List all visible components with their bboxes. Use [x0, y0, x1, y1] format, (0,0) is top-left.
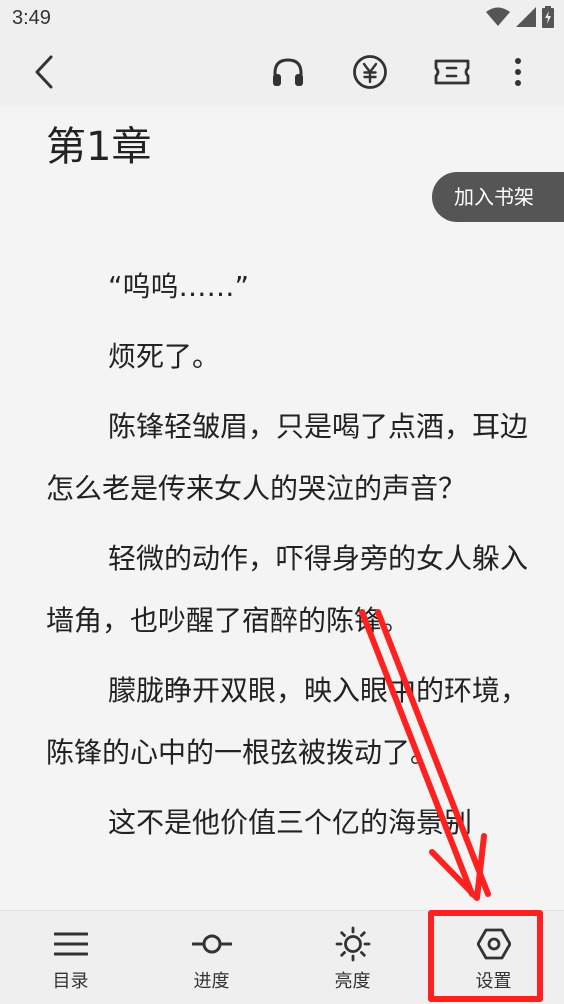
paragraph: 这不是他价值三个亿的海景别 — [108, 806, 473, 839]
yuan-icon — [353, 55, 387, 89]
progress-icon — [191, 927, 232, 961]
wifi-icon — [486, 7, 510, 31]
nav-contents[interactable]: 目录 — [0, 911, 141, 1004]
listen-button[interactable] — [268, 52, 308, 92]
ticket-button[interactable] — [432, 52, 472, 92]
back-button[interactable] — [24, 52, 64, 92]
menu-icon — [51, 927, 91, 961]
nav-brightness[interactable]: 亮度 — [282, 911, 423, 1004]
reward-button[interactable] — [350, 52, 390, 92]
reader-toolbar — [0, 38, 564, 106]
paragraph: 轻微的动作，吓得身旁的女人躲入墙角，也吵醒了宿醉的陈锋。 — [46, 542, 529, 637]
nav-label: 亮度 — [334, 971, 371, 992]
brightness-icon — [333, 926, 373, 962]
more-icon — [515, 58, 521, 86]
signal-icon — [516, 7, 536, 31]
headphones-icon — [273, 58, 303, 86]
more-button[interactable] — [498, 52, 538, 92]
add-to-shelf-button[interactable]: 加入书架 — [432, 172, 564, 222]
status-time: 3:49 — [12, 7, 51, 29]
bottom-nav: 目录 进度 亮度 设置 — [0, 910, 564, 1004]
status-bar: 3:49 — [0, 0, 564, 38]
paragraph: 陈锋轻皱眉，只是喝了点酒，耳边怎么老是传来女人的哭泣的声音？ — [46, 410, 529, 505]
nav-label: 目录 — [52, 971, 89, 992]
paragraph: “呜呜……” — [108, 270, 250, 303]
chapter-title: 第1章 — [46, 124, 152, 170]
status-icons — [486, 6, 554, 32]
settings-icon — [474, 927, 514, 961]
chapter-text: “呜呜……” 烦死了。 陈锋轻皱眉，只是喝了点酒，耳边怎么老是传来女人的哭泣的声… — [46, 256, 536, 862]
back-icon — [35, 55, 53, 89]
reading-content[interactable]: 第1章 加入书架 “呜呜……” 烦死了。 陈锋轻皱眉，只是喝了点酒，耳边怎么老是… — [0, 106, 564, 910]
nav-label: 进度 — [193, 971, 230, 992]
nav-progress[interactable]: 进度 — [141, 911, 282, 1004]
paragraph: 朦胧睁开双眼，映入眼中的环境，陈锋的心中的一根弦被拨动了。 — [46, 674, 529, 769]
ticket-icon — [434, 59, 470, 85]
nav-settings[interactable]: 设置 — [423, 911, 564, 1004]
paragraph: 烦死了。 — [108, 340, 221, 373]
battery-icon — [542, 6, 554, 32]
nav-label: 设置 — [475, 971, 512, 992]
